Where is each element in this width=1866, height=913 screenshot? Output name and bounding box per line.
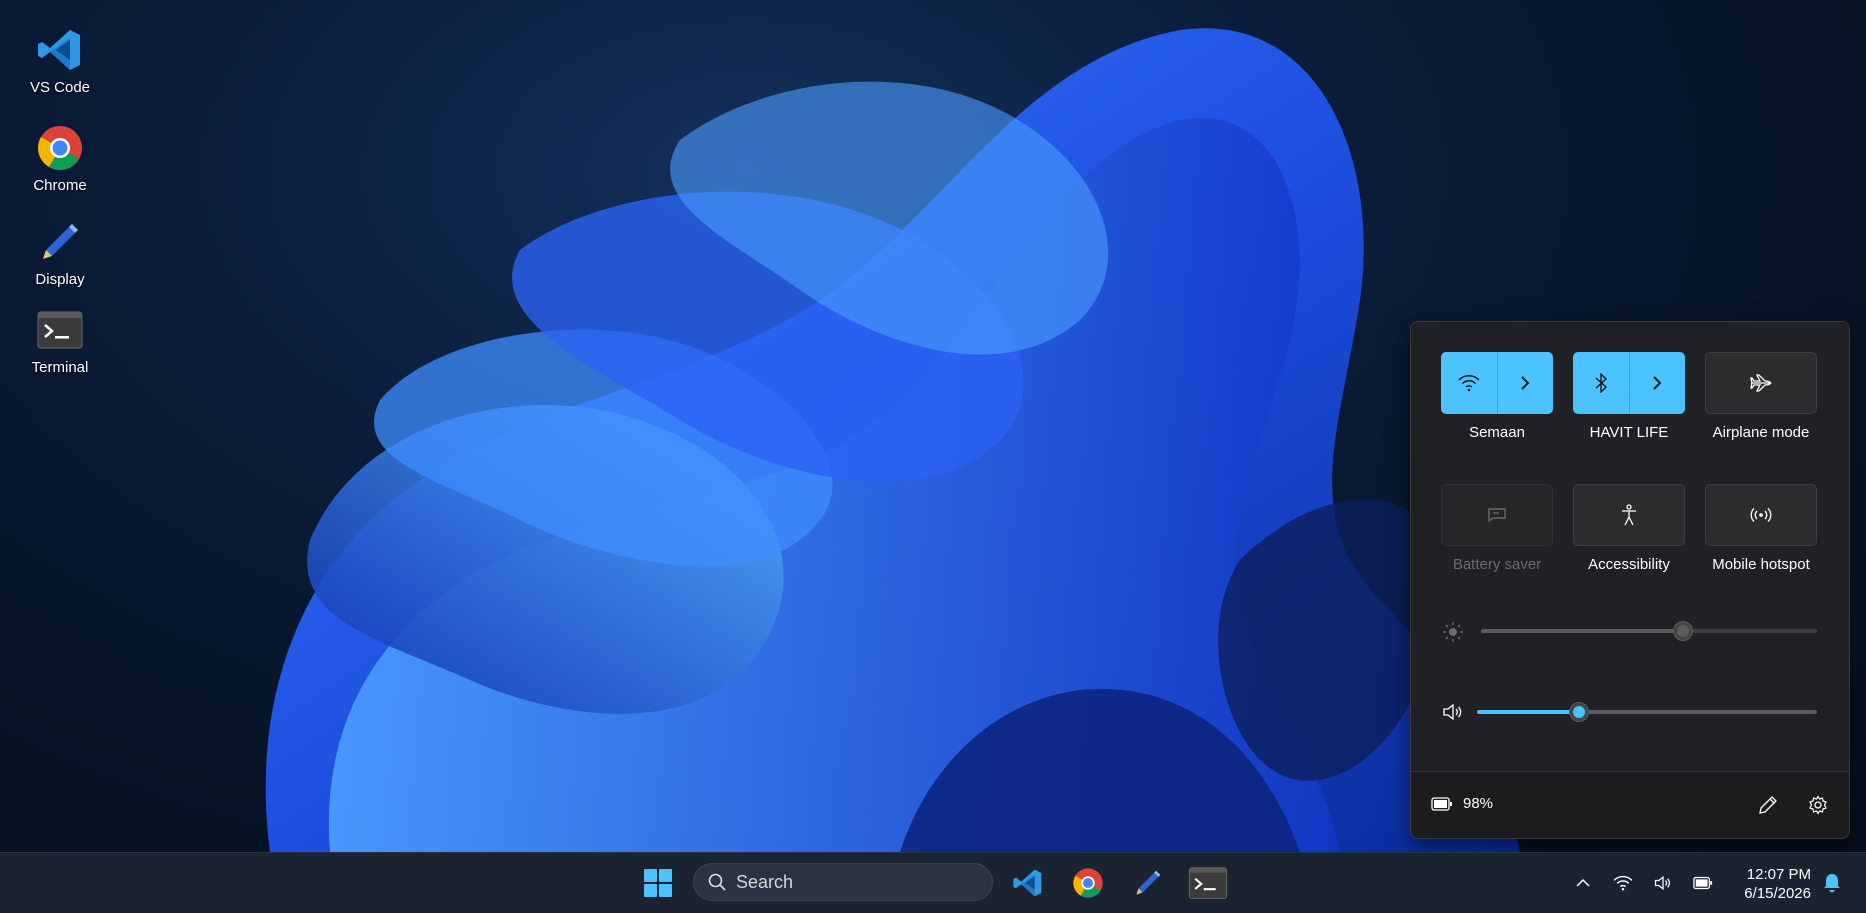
- tile-bluetooth[interactable]: [1573, 352, 1685, 414]
- search-icon: [708, 873, 726, 891]
- desktop-icon-label: VS Code: [29, 79, 91, 96]
- tray-network[interactable]: [1611, 871, 1635, 895]
- accessibility-icon: [1622, 504, 1636, 526]
- volume-icon: [1654, 875, 1670, 891]
- taskbar-vscode[interactable]: [1008, 863, 1048, 903]
- battery-status[interactable]: 98%: [1431, 795, 1493, 812]
- desktop-icon-terminal[interactable]: Terminal: [14, 304, 106, 376]
- chevron-up-icon: [1576, 878, 1590, 887]
- desktop-icon-chrome[interactable]: Chrome: [14, 122, 106, 194]
- chrome-icon: [1073, 868, 1103, 898]
- brightness-slider-thumb[interactable]: [1672, 621, 1693, 641]
- edit-quick-settings-button[interactable]: [1755, 792, 1781, 818]
- tile-label-wifi: Semaan: [1469, 424, 1525, 441]
- pen-icon: [1136, 870, 1161, 895]
- quick-settings-footer: 98%: [1411, 771, 1849, 838]
- bluetooth-toggle[interactable]: [1573, 352, 1629, 414]
- desktop-icon-vscode[interactable]: VS Code: [14, 24, 106, 96]
- tile-airplane-mode[interactable]: [1705, 352, 1817, 414]
- taskbar-terminal[interactable]: [1186, 863, 1230, 903]
- taskbar-clock[interactable]: 12:07 PM 6/15/2026: [1715, 865, 1811, 903]
- gear-icon: [1809, 795, 1827, 815]
- pencil-icon: [1759, 796, 1777, 814]
- tile-label-mobile-hotspot: Mobile hotspot: [1712, 556, 1810, 573]
- clock-date: 6/15/2026: [1744, 885, 1811, 902]
- taskbar-search-box[interactable]: Search: [693, 863, 993, 901]
- battery-icon: [1693, 876, 1713, 890]
- terminal-icon: [34, 304, 86, 356]
- tile-label-bluetooth: HAVIT LIFE: [1589, 424, 1669, 441]
- wifi-expand-button[interactable]: [1496, 352, 1554, 414]
- tray-volume[interactable]: [1651, 871, 1675, 895]
- start-button[interactable]: [638, 863, 678, 903]
- tile-accessibility[interactable]: [1573, 484, 1685, 546]
- desktop-icon-label: Terminal: [31, 359, 89, 376]
- desktop-icon-label: Display: [35, 271, 85, 288]
- tile-label-battery-saver: Battery saver: [1452, 556, 1542, 573]
- vscode-icon: [1013, 869, 1042, 897]
- bluetooth-icon: [1595, 373, 1607, 393]
- chevron-right-icon: [1521, 376, 1530, 390]
- notifications-button[interactable]: [1820, 871, 1844, 895]
- volume-slider-thumb[interactable]: [1569, 702, 1589, 722]
- brightness-icon: [1441, 620, 1465, 644]
- wifi-toggle[interactable]: [1441, 352, 1497, 414]
- chrome-icon: [34, 122, 86, 174]
- tray-battery[interactable]: [1691, 871, 1715, 895]
- volume-slider-fill: [1477, 710, 1579, 714]
- taskbar-chrome[interactable]: [1068, 863, 1108, 903]
- taskbar-display[interactable]: [1128, 863, 1168, 903]
- search-placeholder: Search: [736, 871, 794, 892]
- vscode-icon: [34, 24, 86, 76]
- brightness-slider-fill: [1481, 629, 1683, 633]
- hotspot-icon: [1750, 508, 1772, 522]
- airplane-icon: [1750, 374, 1772, 392]
- chevron-right-icon: [1653, 376, 1662, 390]
- all-settings-button[interactable]: [1805, 792, 1831, 818]
- bluetooth-expand-button[interactable]: [1628, 352, 1686, 414]
- desktop-icon-label: Chrome: [33, 177, 87, 194]
- terminal-icon: [1188, 867, 1228, 899]
- battery-saver-icon: [1488, 508, 1506, 523]
- tile-label-airplane-mode: Airplane mode: [1712, 424, 1810, 441]
- battery-percentage: 98%: [1463, 795, 1494, 812]
- wifi-icon: [1613, 875, 1633, 891]
- battery-icon: [1431, 796, 1452, 811]
- tile-mobile-hotspot[interactable]: [1705, 484, 1817, 546]
- taskbar: Search 12:07 PM 6/15/2026: [0, 852, 1866, 913]
- tile-label-accessibility: Accessibility: [1588, 556, 1670, 573]
- quick-settings-panel: Semaan HAVIT LIFE Airplane mode Battery …: [1410, 321, 1850, 839]
- clock-time: 12:07 PM: [1746, 866, 1811, 883]
- tile-battery-saver[interactable]: [1441, 484, 1553, 546]
- tile-wifi[interactable]: [1441, 352, 1553, 414]
- volume-icon[interactable]: [1441, 700, 1465, 724]
- bell-icon: [1824, 874, 1840, 893]
- show-hidden-icons-button[interactable]: [1571, 871, 1595, 895]
- pen-icon: [34, 216, 86, 268]
- windows-start-icon: [644, 869, 672, 897]
- wifi-icon: [1458, 375, 1480, 392]
- desktop-icon-display[interactable]: Display: [14, 216, 106, 288]
